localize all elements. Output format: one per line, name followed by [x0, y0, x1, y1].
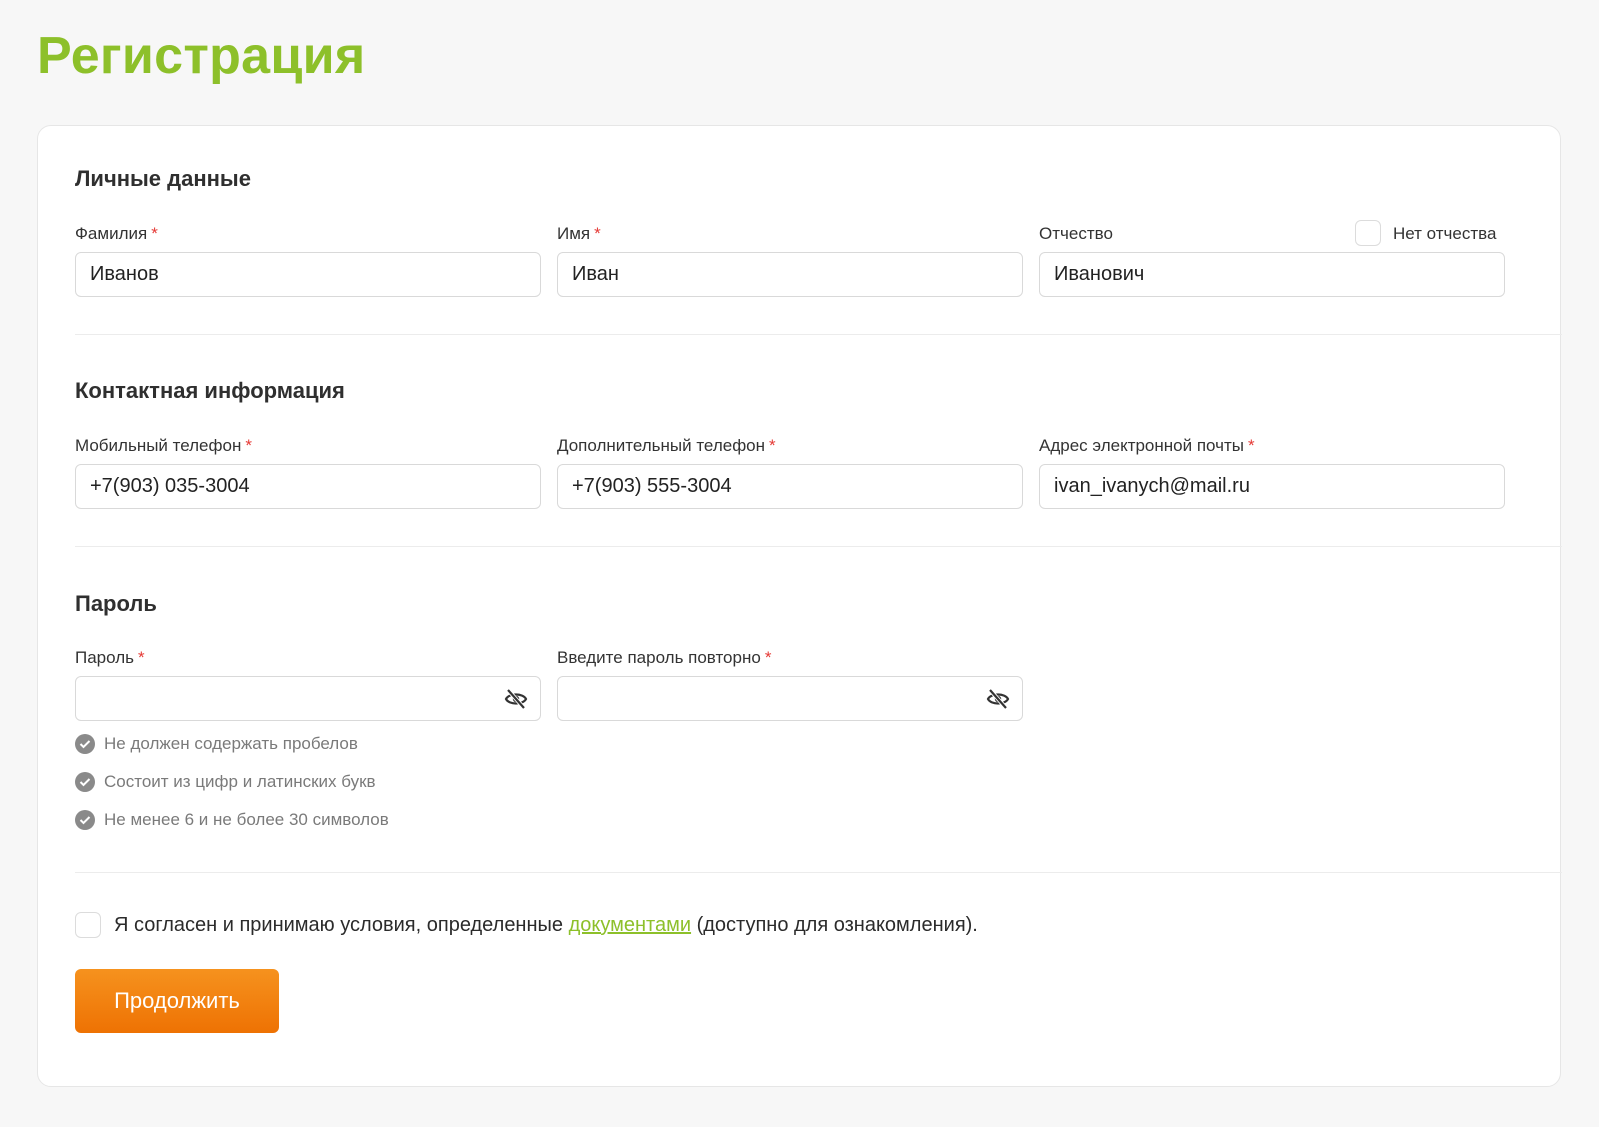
email-label: Адрес электронной почты * — [1039, 436, 1255, 455]
section-title-contact: Контактная информация — [75, 378, 345, 403]
password-repeat-input[interactable] — [557, 676, 1023, 721]
password-rule: Состоит из цифр и латинских букв — [75, 772, 376, 792]
password-rule: Не должен содержать пробелов — [75, 734, 358, 754]
eye-slash-icon[interactable] — [986, 688, 1010, 710]
email-input[interactable]: ivan_ivanych@mail.ru — [1039, 464, 1505, 509]
documents-link[interactable]: документами — [569, 914, 691, 936]
registration-card: Личные данные Фамилия * Иванов Имя * Иван … — [37, 125, 1562, 1087]
patronymic-label: Отчество — [1039, 224, 1113, 243]
divider — [75, 872, 1562, 873]
no-patronymic-label: Нет отчества — [1393, 224, 1497, 243]
eye-slash-icon[interactable] — [504, 688, 528, 710]
name-input[interactable]: Иван — [557, 252, 1023, 297]
mobile-phone-input[interactable]: +7(903) 035-3004 — [75, 464, 541, 509]
divider — [75, 334, 1562, 335]
extra-phone-input[interactable]: +7(903) 555-3004 — [557, 464, 1023, 509]
name-label: Имя * — [557, 224, 601, 243]
no-patronymic-checkbox[interactable] — [1355, 220, 1381, 246]
agreement-checkbox[interactable] — [75, 912, 101, 938]
section-title-personal: Личные данные — [75, 166, 251, 191]
password-rule: Не менее 6 и не более 30 символов — [75, 810, 389, 830]
password-repeat-label: Введите пароль повторно * — [557, 648, 772, 667]
check-circle-icon — [75, 734, 95, 754]
password-label: Пароль * — [75, 648, 145, 667]
password-input[interactable] — [75, 676, 541, 721]
extra-phone-label: Дополнительный телефон * — [557, 436, 776, 455]
agreement-text: Я согласен и принимаю условия, определен… — [114, 914, 978, 936]
surname-label: Фамилия * — [75, 224, 158, 243]
section-title-password: Пароль — [75, 591, 157, 616]
check-circle-icon — [75, 810, 95, 830]
surname-input[interactable]: Иванов — [75, 252, 541, 297]
continue-button[interactable]: Продолжить — [75, 969, 279, 1033]
check-circle-icon — [75, 772, 95, 792]
mobile-phone-label: Мобильный телефон * — [75, 436, 252, 455]
divider — [75, 546, 1562, 547]
page-title: Регистрация — [37, 27, 366, 85]
patronymic-input[interactable]: Иванович — [1039, 252, 1505, 297]
